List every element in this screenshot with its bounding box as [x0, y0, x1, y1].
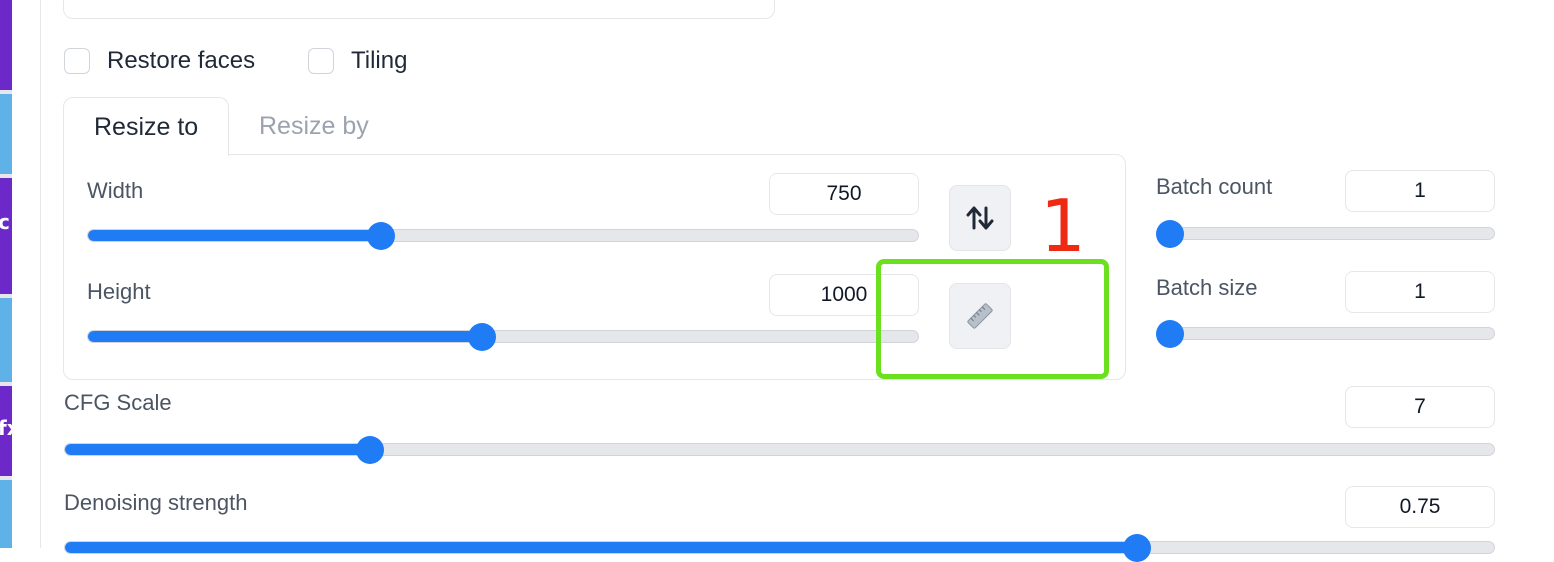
batch-count-slider-track[interactable] [1157, 227, 1495, 240]
cfg-scale-input[interactable]: 7 [1345, 386, 1495, 428]
width-label: Width [87, 178, 144, 203]
batch-count-input[interactable]: 1 [1345, 170, 1495, 212]
tiling-label[interactable]: Tiling [351, 47, 407, 75]
restore-faces-checkbox[interactable] [64, 48, 90, 74]
swap-arrows-icon [966, 206, 994, 230]
cfg-scale-slider-track[interactable] [64, 443, 1495, 456]
prompt-box-bottom[interactable] [63, 0, 775, 19]
sidebar-tile[interactable] [0, 298, 12, 382]
sidebar-tile[interactable] [0, 94, 12, 174]
height-slider-fill [88, 331, 483, 342]
sidebar-tile[interactable] [0, 480, 12, 548]
tiling-checkbox[interactable] [308, 48, 334, 74]
width-input[interactable]: 750 [769, 173, 919, 215]
denoising-strength-label: Denoising strength [64, 490, 248, 515]
height-label: Height [87, 279, 151, 304]
width-slider-track[interactable] [87, 229, 919, 242]
batch-count-slider-thumb[interactable] [1156, 220, 1184, 248]
cfg-scale-slider-thumb[interactable] [356, 436, 385, 464]
batch-size-slider-thumb[interactable] [1156, 320, 1184, 348]
height-slider-thumb[interactable] [468, 323, 497, 351]
sidebar-tile-text: c [0, 210, 10, 234]
panel-divider [40, 0, 41, 548]
tab-resize-to-label: Resize to [94, 113, 199, 141]
height-slider-track[interactable] [87, 330, 919, 343]
sidebar-tile-text: fx [0, 416, 12, 440]
cfg-scale-label: CFG Scale [64, 390, 172, 415]
batch-size-label: Batch size [1156, 275, 1258, 300]
sidebar-tile[interactable]: fx [0, 386, 12, 476]
width-slider-fill [88, 230, 381, 241]
tab-resize-by[interactable]: Resize by [259, 112, 369, 141]
tab-resize-to[interactable]: Resize to [63, 97, 229, 156]
denoising-strength-slider-thumb[interactable] [1123, 534, 1152, 562]
batch-count-label: Batch count [1156, 174, 1273, 199]
sidebar-tile[interactable]: c [0, 178, 12, 294]
restore-faces-label[interactable]: Restore faces [107, 47, 255, 75]
denoising-strength-input[interactable]: 0.75 [1345, 486, 1495, 528]
highlight-box [876, 259, 1109, 379]
annotation-marker: 1 [1040, 184, 1086, 268]
batch-size-slider-track[interactable] [1157, 327, 1495, 340]
sidebar-tile[interactable] [0, 0, 12, 90]
swap-dimensions-button[interactable] [949, 185, 1011, 251]
cfg-scale-slider-fill [65, 444, 371, 455]
batch-size-input[interactable]: 1 [1345, 271, 1495, 313]
sidebar-strip: c fx [0, 0, 12, 548]
width-slider-thumb[interactable] [366, 222, 395, 250]
